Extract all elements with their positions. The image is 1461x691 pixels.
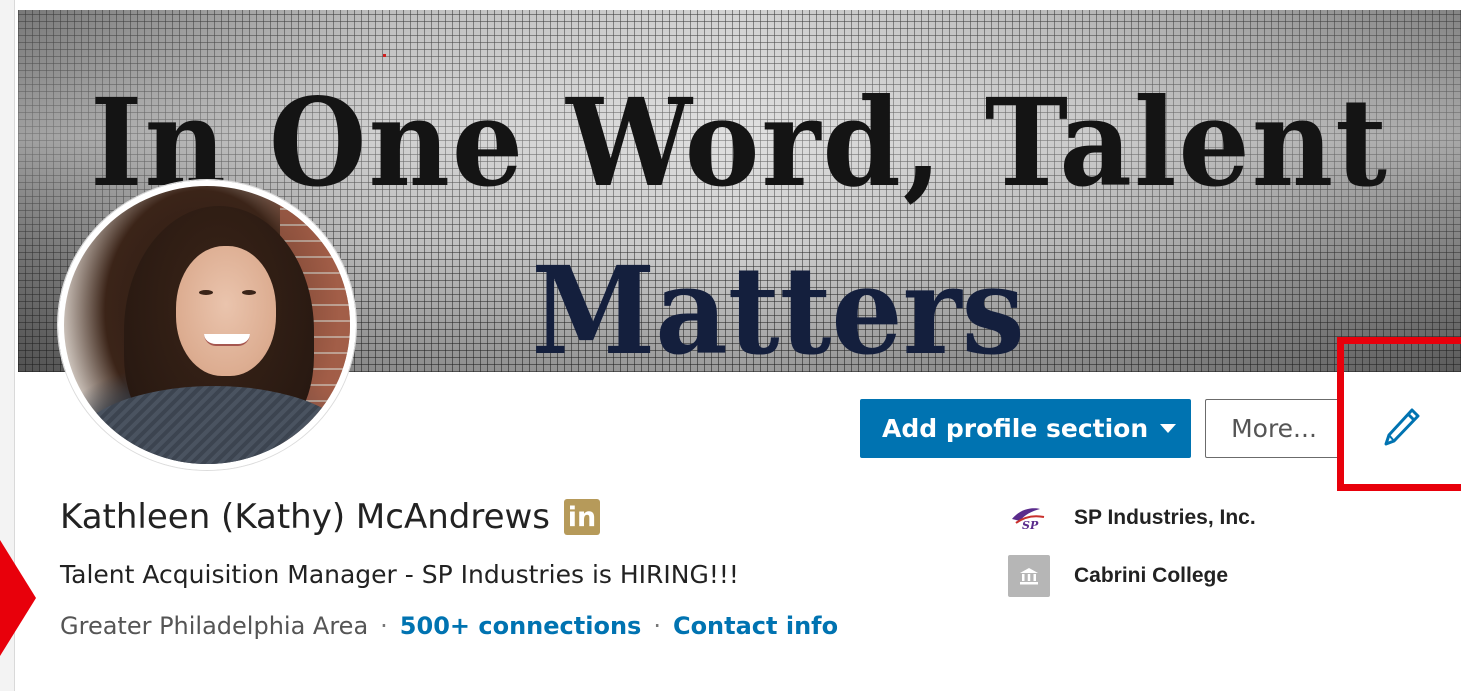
location-text: Greater Philadelphia Area bbox=[60, 612, 369, 640]
photo-eye bbox=[242, 290, 256, 295]
current-company-link[interactable]: SP SP Industries, Inc. bbox=[1008, 497, 1256, 539]
meta-separator: · bbox=[380, 612, 388, 640]
profile-name-text: Kathleen (Kathy) McAndrews bbox=[60, 497, 551, 537]
profile-photo[interactable] bbox=[58, 180, 356, 470]
photo-smile bbox=[204, 334, 250, 346]
photo-face bbox=[176, 246, 276, 376]
caret-down-icon bbox=[1160, 424, 1177, 433]
contact-info-link[interactable]: Contact info bbox=[673, 612, 838, 640]
sp-logo-text: SP bbox=[1022, 519, 1039, 531]
school-icon-graphic bbox=[1020, 568, 1038, 585]
banner-text-line2: Matters bbox=[531, 240, 1025, 372]
more-button-label: More... bbox=[1231, 414, 1317, 443]
profile-headline: Talent Acquisition Manager - SP Industri… bbox=[60, 560, 739, 589]
profile-name: Kathleen (Kathy) McAndrews in bbox=[60, 497, 601, 537]
company-name: SP Industries, Inc. bbox=[1074, 506, 1256, 529]
more-button[interactable]: More... bbox=[1205, 399, 1343, 458]
school-icon bbox=[1008, 555, 1050, 597]
sp-logo-icon: SP bbox=[1008, 497, 1050, 539]
school-name: Cabrini College bbox=[1074, 564, 1229, 587]
photo-eye bbox=[199, 290, 213, 295]
add-profile-section-button[interactable]: Add profile section bbox=[860, 399, 1191, 458]
banner-speck bbox=[383, 54, 386, 57]
highlight-arrow bbox=[0, 540, 36, 656]
pencil-icon[interactable] bbox=[1382, 405, 1422, 449]
profile-meta: Greater Philadelphia Area · 500+ connectio… bbox=[60, 612, 838, 640]
linkedin-badge-icon: in bbox=[564, 499, 601, 535]
add-profile-section-label: Add profile section bbox=[882, 414, 1149, 443]
education-link[interactable]: Cabrini College bbox=[1008, 555, 1228, 597]
connections-link[interactable]: 500+ connections bbox=[400, 612, 642, 640]
meta-separator: · bbox=[653, 612, 661, 640]
sp-logo-graphic: SP bbox=[1012, 508, 1045, 531]
